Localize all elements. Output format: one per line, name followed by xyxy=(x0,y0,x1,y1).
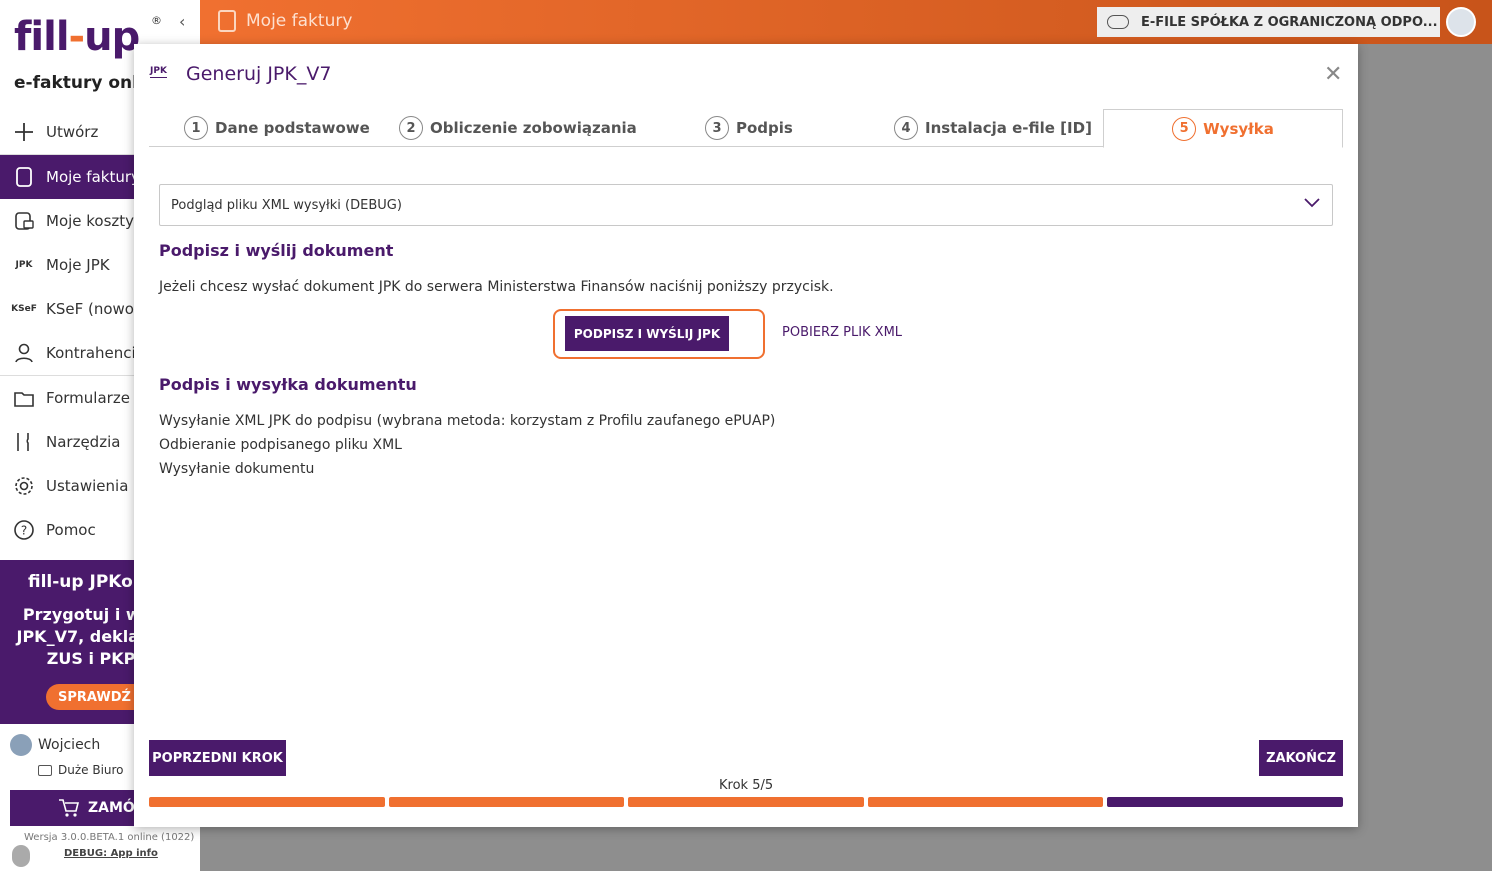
sign-and-send-jpk-button[interactable]: PODPISZ I WYŚLIJ JPK xyxy=(565,316,729,351)
step-number: 5 xyxy=(1172,116,1197,141)
avatar xyxy=(10,734,32,756)
xml-preview-dropdown[interactable]: Podgląd pliku XML wysyłki (DEBUG) xyxy=(159,184,1333,226)
modal-title: Generuj JPK_V7 xyxy=(186,63,332,85)
sidebar-item-label: Utwórz xyxy=(46,123,99,141)
company-selector[interactable]: E-FILE SPÓŁKA Z OGRANICZONĄ ODPO... xyxy=(1097,7,1440,37)
costs-icon xyxy=(12,209,36,233)
jpk-icon: JPK xyxy=(15,260,33,270)
sidebar-item-label: Narzędzia xyxy=(46,433,121,451)
sidebar-item-label: Formularze xyxy=(46,389,130,407)
cart-icon xyxy=(58,798,80,822)
finish-button[interactable]: ZAKOŃCZ xyxy=(1259,740,1343,776)
sidebar-item-label: Ustawienia xyxy=(46,477,129,495)
version-text: Wersja 3.0.0.BETA.1 online (1022) xyxy=(24,832,195,843)
sign-send-description: Jeżeli chcesz wysłać dokument JPK do ser… xyxy=(159,279,834,295)
section-title-sign-send: Podpisz i wyślij dokument xyxy=(159,241,394,260)
sidebar-item-label: Kontrahenci xyxy=(46,344,136,362)
tab-instalacja-e-file[interactable]: 4 Instalacja e-file [ID] xyxy=(894,109,1092,147)
progress-segment xyxy=(628,797,864,807)
tab-label: Instalacja e-file [ID] xyxy=(925,119,1092,137)
tools-icon xyxy=(12,430,36,454)
debug-app-info-link[interactable]: DEBUG: App info xyxy=(64,848,158,859)
tab-podpis[interactable]: 3 Podpis xyxy=(705,109,793,147)
step-number: 3 xyxy=(705,116,729,140)
dropdown-value: Podgląd pliku XML wysyłki (DEBUG) xyxy=(171,197,402,213)
ksef-icon: KSeF xyxy=(11,304,37,314)
progress-segment xyxy=(867,797,1104,807)
help-icon: ? xyxy=(12,518,36,542)
logo-registered-mark: ® xyxy=(151,14,162,27)
step-number: 2 xyxy=(399,116,423,140)
svg-text:?: ? xyxy=(21,524,27,538)
plan-name: Duże Biuro xyxy=(58,763,124,777)
progress-segment xyxy=(388,797,625,807)
gear-icon xyxy=(12,474,36,498)
step-number: 4 xyxy=(894,116,918,140)
plan-info: Duże Biuro xyxy=(38,763,124,777)
download-xml-link[interactable]: POBIERZ PLIK XML xyxy=(782,325,902,340)
user-name: Wojciech xyxy=(38,737,101,753)
sidebar-item-label: Moje JPK xyxy=(46,256,110,274)
progress-segment-current xyxy=(1107,797,1343,807)
step-number: 1 xyxy=(184,116,208,140)
company-name: E-FILE SPÓŁKA Z OGRANICZONĄ ODPO... xyxy=(1141,14,1438,30)
briefcase-icon xyxy=(38,764,52,776)
tagline: e-faktury online xyxy=(14,73,134,93)
tab-wysylka[interactable]: 5 Wysyłka xyxy=(1103,109,1343,148)
status-line: Odbieranie podpisanego pliku XML xyxy=(159,437,402,453)
tab-label: Dane podstawowe xyxy=(215,119,370,137)
tab-label: Wysyłka xyxy=(1203,119,1274,138)
status-line: Wysyłanie dokumentu xyxy=(159,461,315,477)
progress-bar xyxy=(149,797,1343,807)
bug-icon[interactable] xyxy=(12,845,30,867)
jpk-icon: JPK xyxy=(150,66,167,78)
section-title-sign-send-process: Podpis i wysyłka dokumentu xyxy=(159,375,417,394)
tab-label: Obliczenie zobowiązania xyxy=(430,119,637,137)
user-info[interactable]: Wojciech xyxy=(10,734,100,756)
invoice-icon xyxy=(12,165,36,189)
sidebar-item-label: Moje faktury xyxy=(46,168,140,186)
progress-segment xyxy=(149,797,385,807)
page-title: Moje faktury xyxy=(246,11,353,31)
chevron-down-icon xyxy=(1304,198,1320,208)
wizard-steps: 1 Dane podstawowe 2 Obliczenie zobowiąza… xyxy=(149,109,1343,148)
cloud-icon xyxy=(1107,15,1129,29)
plus-icon xyxy=(12,120,36,144)
logo[interactable]: fill-up xyxy=(14,14,140,60)
tab-obliczenie-zobowiazania[interactable]: 2 Obliczenie zobowiązania xyxy=(399,109,637,147)
generate-jpk-modal: JPK Generuj JPK_V7 ✕ 1 Dane podstawowe 2… xyxy=(134,44,1358,827)
contacts-icon xyxy=(12,341,36,365)
invoice-icon xyxy=(218,10,236,32)
sidebar-item-label: Pomoc xyxy=(46,521,96,539)
close-icon[interactable]: ✕ xyxy=(1324,62,1342,87)
status-line: Wysyłanie XML JPK do podpisu (wybrana me… xyxy=(159,413,776,429)
forms-icon xyxy=(12,386,36,410)
step-counter: Krok 5/5 xyxy=(719,778,774,793)
previous-step-button[interactable]: POPRZEDNI KROK xyxy=(149,740,286,776)
tab-label: Podpis xyxy=(736,119,793,137)
user-avatar[interactable] xyxy=(1446,7,1476,37)
collapse-sidebar-icon[interactable]: ‹ xyxy=(179,12,185,31)
tab-dane-podstawowe[interactable]: 1 Dane podstawowe xyxy=(184,109,370,147)
sidebar-item-label: Moje koszty xyxy=(46,212,135,230)
